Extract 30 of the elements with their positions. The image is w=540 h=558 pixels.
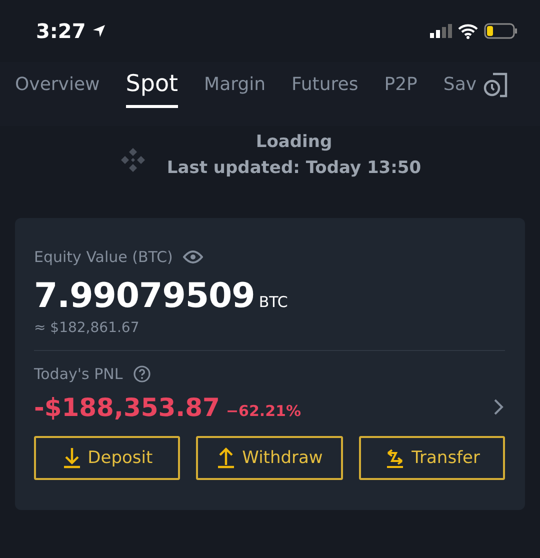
equity-value: 7.99079509 <box>34 276 255 316</box>
location-arrow-icon <box>92 24 106 38</box>
withdraw-button[interactable]: Withdraw <box>196 436 343 480</box>
equity-label: Equity Value (BTC) <box>34 248 173 266</box>
pnl-percent: −62.21% <box>226 402 301 420</box>
history-icon[interactable] <box>482 72 508 98</box>
battery-icon <box>484 23 518 39</box>
tab[interactable]: P2P <box>384 74 418 106</box>
pnl-value: -$188,353.87 <box>34 393 220 422</box>
download-icon <box>62 447 82 469</box>
unit-text: BTC <box>258 293 288 311</box>
fiat-value: ≈ $182,861.67 <box>34 320 140 336</box>
pnl-label: Today's PNL <box>34 365 123 383</box>
chevron-right-icon[interactable] <box>493 398 505 416</box>
signal-icon <box>430 24 452 38</box>
help-icon[interactable] <box>132 365 151 383</box>
loading-text: Loading <box>256 132 332 152</box>
tab[interactable]: Futures <box>292 74 358 106</box>
tab[interactable]: Spot <box>126 71 178 108</box>
wifi-icon <box>458 24 478 38</box>
last-updated-text: Last updated: Today 13:50 <box>166 158 422 178</box>
tab[interactable]: Sav <box>443 74 477 106</box>
deposit-button[interactable]: Deposit <box>34 436 180 480</box>
eye-icon[interactable] <box>182 250 203 264</box>
tab[interactable]: Overview <box>15 74 100 106</box>
diamond-logo-icon <box>118 146 147 174</box>
clock-time: 3:27 <box>36 19 86 43</box>
upload-icon <box>216 447 236 469</box>
transfer-button[interactable]: Transfer <box>358 436 505 480</box>
tab[interactable]: Margin <box>204 74 266 106</box>
